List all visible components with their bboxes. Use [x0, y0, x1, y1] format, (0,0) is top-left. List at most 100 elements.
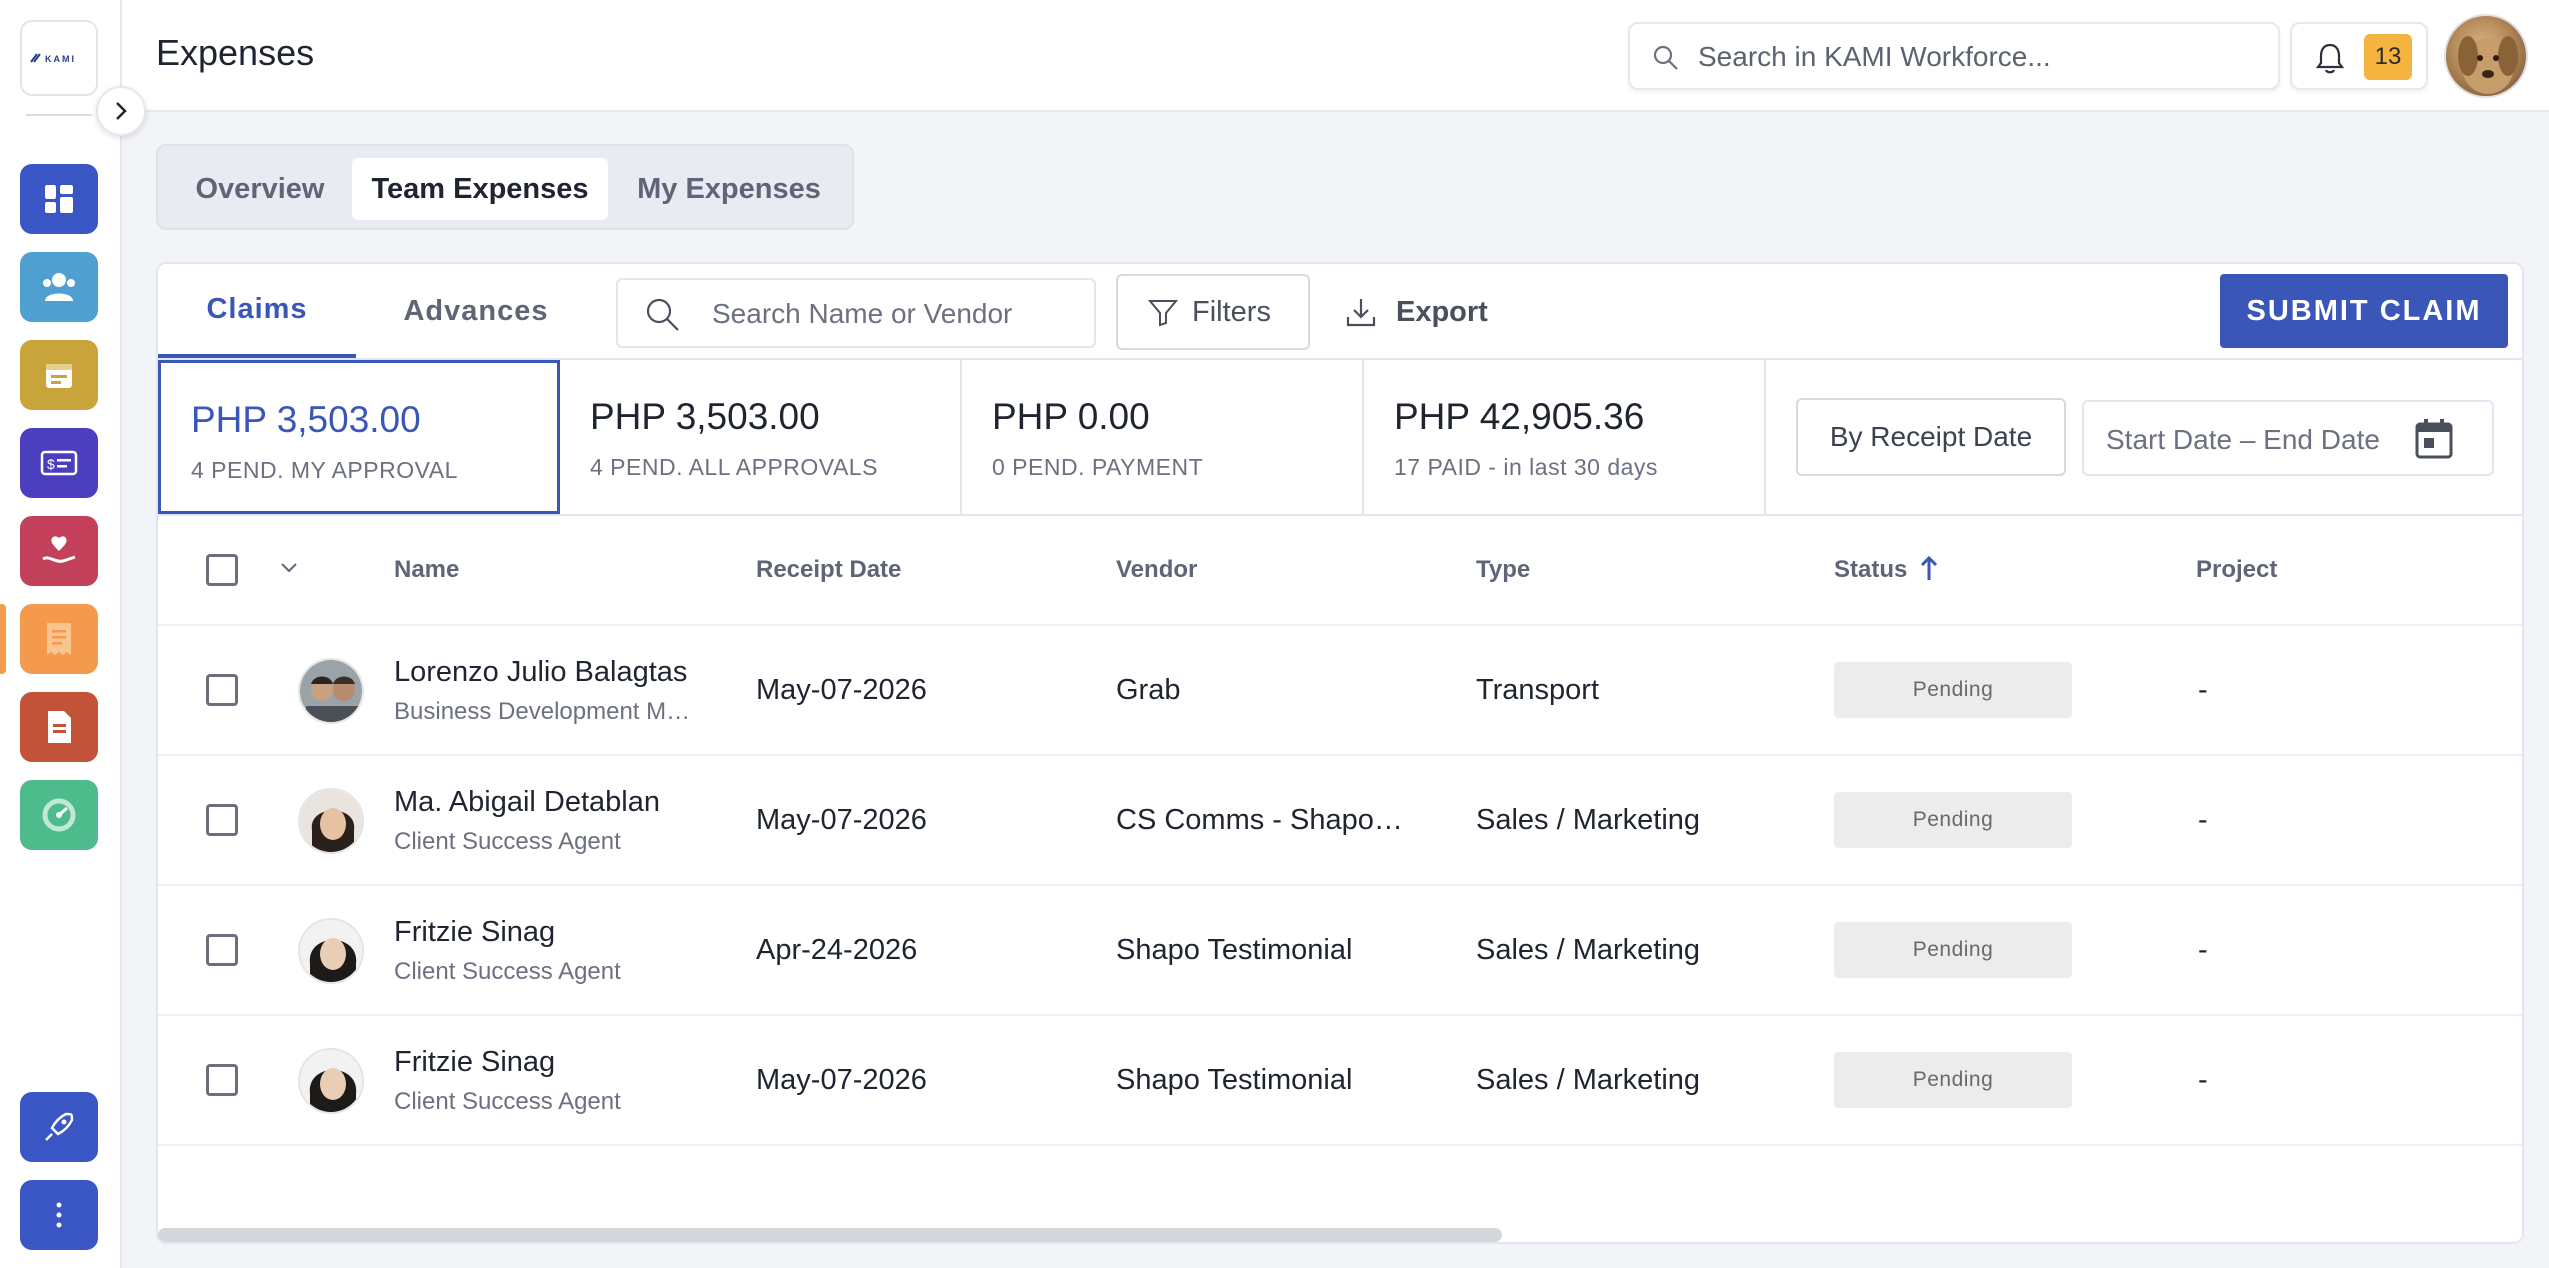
row-receipt-date: May-07-2026	[756, 674, 927, 706]
avatar	[298, 788, 364, 854]
subtab-claims[interactable]: Claims	[158, 264, 356, 358]
horizontal-scrollbar[interactable]	[158, 1228, 1502, 1242]
filters-button[interactable]: Filters	[1116, 274, 1310, 350]
user-photo	[300, 1050, 362, 1112]
filters-label: Filters	[1192, 295, 1271, 328]
calendar-icon[interactable]	[2414, 418, 2454, 460]
column-header-type[interactable]: Type	[1476, 556, 1530, 584]
column-header-vendor[interactable]: Vendor	[1116, 556, 1197, 584]
table-row[interactable]: Fritzie Sinag Client Success Agent Apr-2…	[158, 886, 2522, 1016]
row-type: Sales / Marketing	[1476, 934, 1701, 966]
stats-divider	[158, 514, 2522, 516]
row-type: Transport	[1476, 674, 1600, 706]
sidebar-item-dashboard[interactable]	[20, 164, 98, 234]
stat-amount: PHP 3,503.00	[191, 399, 421, 440]
row-project: -	[2198, 934, 2208, 966]
sidebar-item-expenses[interactable]	[20, 604, 98, 674]
search-icon	[646, 298, 679, 331]
sidebar-item-people[interactable]	[20, 252, 98, 322]
date-range-text: Start Date – End Date	[2106, 424, 2380, 455]
row-vendor: CS Comms - Shapo Testimonial	[1116, 804, 1406, 836]
sidebar-item-performance[interactable]	[20, 780, 98, 850]
by-receipt-date-button[interactable]: By Receipt Date	[1796, 398, 2066, 476]
chevron-down-icon[interactable]	[278, 560, 300, 576]
stat-paid[interactable]: PHP 42,905.36 17 PAID - in last 30 days	[1364, 360, 1766, 514]
people-icon	[43, 273, 75, 301]
row-checkbox[interactable]	[206, 1064, 238, 1096]
sort-ascending-arrow-icon[interactable]	[1918, 554, 1940, 582]
notification-count-badge: 13	[2364, 34, 2412, 80]
gauge-icon	[42, 798, 76, 832]
global-search-input[interactable]	[1698, 38, 2258, 76]
row-type: Sales / Marketing	[1476, 804, 1701, 836]
table-row[interactable]: Fritzie Sinag Client Success Agent May-0…	[158, 1016, 2522, 1146]
row-checkbox[interactable]	[206, 934, 238, 966]
stat-amount: PHP 0.00	[992, 396, 1150, 437]
active-nav-indicator	[0, 604, 6, 674]
sidebar-item-calendar[interactable]	[20, 340, 98, 410]
claims-search-input[interactable]	[712, 296, 1082, 332]
svg-text:KAMI: KAMI	[45, 54, 76, 64]
row-vendor: Shapo Testimonial	[1116, 1064, 1353, 1096]
export-button[interactable]: Export	[1344, 274, 1488, 350]
avatar	[298, 918, 364, 984]
stat-pending-payment[interactable]: PHP 0.00 0 PEND. PAYMENT	[962, 360, 1364, 514]
sidebar-expand-button[interactable]	[96, 86, 146, 136]
row-employee-name: Lorenzo Julio Balagtas	[394, 656, 688, 688]
svg-text:$: $	[47, 456, 55, 472]
heart-hand-icon	[42, 536, 76, 563]
tab-team-expenses[interactable]: Team Expenses	[352, 158, 608, 220]
row-checkbox[interactable]	[206, 804, 238, 836]
stat-pending-all-approvals[interactable]: PHP 3,503.00 4 PEND. ALL APPROVALS	[560, 360, 962, 514]
subtab-advances[interactable]: Advances	[356, 264, 596, 358]
stat-pending-my-approval[interactable]: PHP 3,503.00 4 PEND. MY APPROVAL	[158, 360, 560, 514]
stat-amount: PHP 42,905.36	[1394, 396, 1645, 437]
tab-overview[interactable]: Overview	[170, 158, 350, 220]
tab-my-expenses[interactable]: My Expenses	[614, 158, 844, 220]
sidebar-item-payroll[interactable]: $	[20, 428, 98, 498]
global-search[interactable]	[1628, 22, 2280, 90]
table-row[interactable]: Ma. Abigail Detablan Client Success Agen…	[158, 756, 2522, 886]
column-header-name[interactable]: Name	[394, 556, 459, 584]
column-header-status[interactable]: Status	[1834, 556, 1907, 584]
stat-amount: PHP 3,503.00	[590, 396, 820, 437]
search-icon	[1653, 45, 1678, 70]
notifications-button[interactable]: 13	[2290, 22, 2428, 90]
column-header-receipt-date[interactable]: Receipt Date	[756, 556, 901, 584]
row-employee-role: Client Success Agent	[394, 958, 621, 985]
download-icon	[1346, 299, 1376, 327]
sidebar-item-benefits[interactable]	[20, 516, 98, 586]
status-badge: Pending	[1834, 662, 2072, 718]
row-receipt-date: May-07-2026	[756, 1064, 927, 1096]
row-checkbox[interactable]	[206, 674, 238, 706]
user-photo	[300, 660, 362, 722]
sidebar-item-launch[interactable]	[20, 1092, 98, 1162]
page-title: Expenses	[156, 32, 315, 73]
row-employee-name: Fritzie Sinag	[394, 1046, 556, 1078]
filter-funnel-icon	[1147, 300, 1179, 327]
user-photo	[300, 790, 362, 852]
row-project: -	[2198, 674, 2208, 706]
select-all-checkbox[interactable]	[206, 554, 238, 586]
sidebar-item-more[interactable]	[20, 1180, 98, 1250]
row-employee-name: Fritzie Sinag	[394, 916, 556, 948]
sidebar-item-documents[interactable]	[20, 692, 98, 762]
column-header-project[interactable]: Project	[2196, 556, 2277, 584]
row-project: -	[2198, 804, 2208, 836]
table-row[interactable]: Lorenzo Julio Balagtas Business Developm…	[158, 626, 2522, 756]
calendar-icon	[46, 364, 72, 388]
stat-label: 4 PEND. ALL APPROVALS	[590, 454, 878, 480]
row-employee-role: Client Success Agent	[394, 1088, 621, 1115]
submit-claim-button[interactable]: SUBMIT CLAIM	[2220, 274, 2508, 348]
status-badge: Pending	[1834, 922, 2072, 978]
bell-icon	[2315, 43, 2345, 74]
user-avatar[interactable]	[2444, 14, 2528, 98]
date-range-picker[interactable]: Start Date – End Date	[2082, 400, 2494, 476]
row-project: -	[2198, 1064, 2208, 1096]
claims-search[interactable]	[616, 278, 1096, 348]
kami-logo-icon: KAMI	[30, 53, 76, 64]
stat-label: 17 PAID - in last 30 days	[1394, 454, 1658, 480]
dashboard-icon	[45, 185, 73, 213]
chevron-right-icon	[116, 102, 127, 120]
kami-logo[interactable]: KAMI	[20, 20, 98, 96]
